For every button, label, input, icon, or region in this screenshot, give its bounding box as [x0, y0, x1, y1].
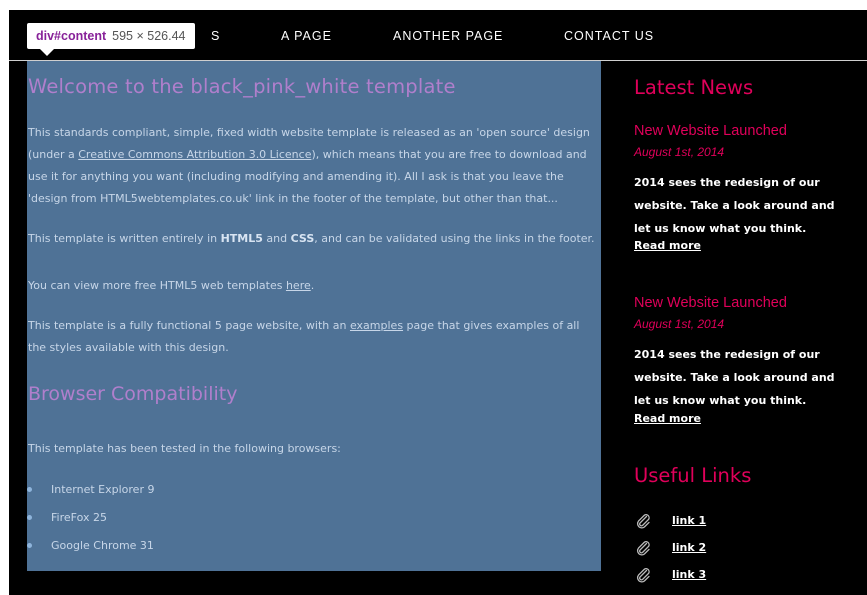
nav-item-previous[interactable]: S [211, 29, 220, 43]
paperclip-icon [636, 514, 650, 529]
read-more-link[interactable]: Read more [634, 239, 701, 252]
page-container: S A PAGE ANOTHER PAGE CONTACT US Welcome… [9, 10, 867, 595]
browser-item: Google Chrome 31 [27, 537, 154, 555]
intro-paragraph: This standards compliant, simple, fixed … [28, 122, 600, 210]
browser-label: FireFox 25 [51, 511, 107, 524]
tooltip-arrow [40, 49, 54, 56]
examples-link[interactable]: examples [350, 319, 403, 332]
written-paragraph: This template is written entirely in HTM… [28, 228, 600, 250]
html5-label: HTML5 [220, 232, 263, 245]
nav-item-a-page[interactable]: A PAGE [281, 29, 332, 43]
latest-news-heading: Latest News [634, 76, 754, 99]
functional-paragraph: This template is a fully functional 5 pa… [28, 315, 600, 359]
nav-item-contact-us[interactable]: CONTACT US [564, 29, 654, 43]
css-label: CSS [290, 232, 315, 245]
page-title: Welcome to the black_pink_white template [28, 75, 456, 98]
here-link[interactable]: here [286, 279, 311, 292]
more-text-1: You can view more free HTML5 web templat… [28, 279, 286, 292]
browser-item: FireFox 25 [27, 509, 107, 527]
browser-label: Internet Explorer 9 [51, 483, 155, 496]
compatibility-intro: This template has been tested in the fol… [28, 442, 341, 455]
news-text: 2014 sees the redesign of our website. T… [634, 176, 835, 235]
devtools-element-tooltip: div#content 595 × 526.44 [27, 23, 195, 49]
more-text-2: . [310, 279, 315, 292]
licence-link[interactable]: Creative Commons Attribution 3.0 Licence [78, 148, 311, 161]
useful-links-heading: Useful Links [634, 464, 752, 487]
paperclip-icon [636, 541, 650, 556]
useful-link-label[interactable]: link 3 [672, 568, 706, 581]
news-text: 2014 sees the redesign of our website. T… [634, 348, 835, 407]
functional-text-1: This template is a fully functional 5 pa… [28, 319, 350, 332]
bullet-icon [27, 515, 32, 520]
written-text-2: and [262, 232, 291, 245]
news-date: August 1st, 2014 [634, 317, 725, 331]
news-title: New Website Launched [634, 295, 787, 311]
tooltip-dimensions: 595 × 526.44 [112, 29, 186, 43]
bullet-icon [27, 487, 32, 492]
news-date: August 1st, 2014 [634, 145, 725, 159]
more-templates-paragraph: You can view more free HTML5 web templat… [28, 275, 600, 297]
compatibility-heading: Browser Compatibility [28, 383, 238, 405]
bullet-icon [27, 543, 32, 548]
sidebar: Latest News New Website Launched August … [634, 61, 859, 595]
nav-item-another-page[interactable]: ANOTHER PAGE [393, 29, 503, 43]
content-area: Welcome to the black_pink_white template… [27, 61, 601, 571]
browser-label: Google Chrome 31 [51, 539, 154, 552]
written-text-1: This template is written entirely in [28, 232, 221, 245]
tooltip-selector: div#content [36, 29, 107, 43]
written-text-3: , and can be validated using the links i… [314, 232, 595, 245]
news-title: New Website Launched [634, 123, 787, 139]
useful-link-label[interactable]: link 2 [672, 541, 706, 554]
read-more-link[interactable]: Read more [634, 412, 701, 425]
browser-item: Internet Explorer 9 [27, 481, 155, 499]
paperclip-icon [636, 568, 650, 583]
useful-link-label[interactable]: link 1 [672, 514, 706, 527]
